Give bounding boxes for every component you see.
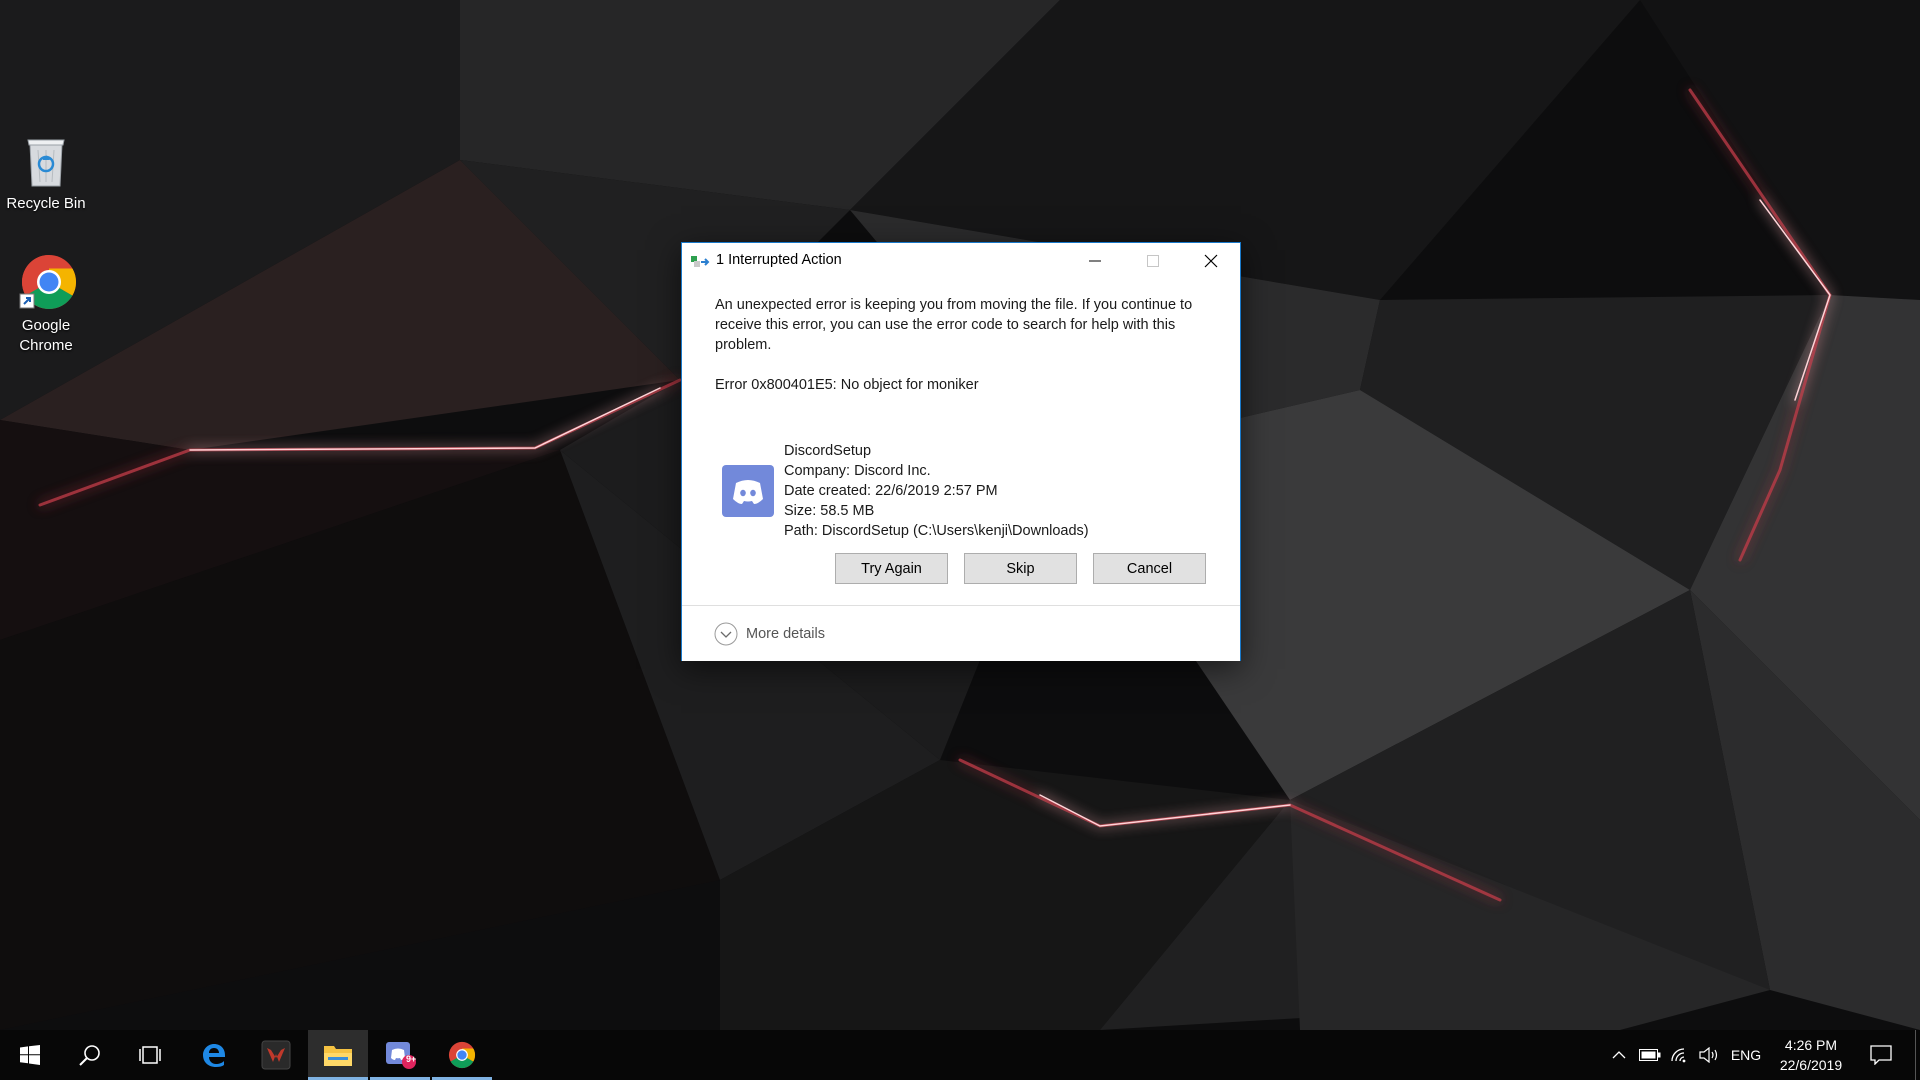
file-info: DiscordSetup Company: Discord Inc. Date … — [784, 441, 1089, 541]
action-center-button[interactable] — [1860, 1030, 1902, 1080]
start-button[interactable] — [0, 1030, 60, 1080]
file-date-created: Date created: 22/6/2019 2:57 PM — [784, 483, 998, 499]
battery-button[interactable] — [1636, 1030, 1664, 1080]
chevron-down-icon — [714, 622, 738, 646]
file-company: Company: Discord Inc. — [784, 463, 931, 479]
taskbar-edge[interactable] — [184, 1030, 244, 1080]
volume-icon — [1699, 1047, 1718, 1063]
battery-icon — [1639, 1049, 1661, 1061]
chrome-icon — [16, 252, 77, 312]
recycle-bin-icon — [16, 130, 76, 190]
wifi-icon — [1671, 1048, 1686, 1063]
clock-time: 4:26 PM — [1784, 1037, 1838, 1053]
file-size: Size: 58.5 MB — [784, 503, 875, 519]
taskbar-discord-installer[interactable]: 9+ — [370, 1030, 430, 1080]
minimize-button[interactable] — [1066, 243, 1124, 279]
file-explorer-icon — [324, 1046, 352, 1066]
file-path: Path: DiscordSetup (C:\Users\kenji\Downl… — [784, 523, 1089, 539]
chevron-up-icon — [1612, 1051, 1626, 1059]
dialog-footer: More details — [682, 605, 1240, 661]
desktop: Recycle Bin Google Chrome 1 Interrupted … — [0, 0, 1920, 1030]
start-icon — [20, 1045, 40, 1065]
close-icon — [1204, 254, 1218, 268]
desktop-icon-recycle-bin[interactable]: Recycle Bin — [0, 130, 92, 214]
file-name: DiscordSetup — [784, 443, 872, 459]
search-button[interactable] — [60, 1030, 120, 1080]
try-again-button[interactable]: Try Again — [835, 553, 948, 584]
show-desktop-button[interactable] — [1915, 1030, 1916, 1080]
maximize-icon — [1147, 255, 1159, 267]
taskbar-chrome[interactable] — [432, 1030, 492, 1080]
notification-icon — [1870, 1045, 1892, 1065]
desktop-icon-google-chrome[interactable]: Google Chrome — [0, 252, 92, 356]
more-details-toggle[interactable]: More details — [714, 622, 825, 646]
taskbar-clock[interactable]: 4:26 PM 22/6/2019 — [1767, 1035, 1855, 1075]
close-button[interactable] — [1182, 243, 1240, 279]
minimize-icon — [1089, 260, 1101, 262]
taskbar-predator[interactable] — [246, 1030, 306, 1080]
network-button[interactable] — [1666, 1030, 1694, 1080]
show-hidden-icons-button[interactable] — [1606, 1030, 1632, 1080]
skip-button[interactable]: Skip — [964, 553, 1077, 584]
edge-icon — [203, 1044, 225, 1067]
notification-badge: 9+ — [406, 1054, 417, 1064]
error-code: Error 0x800401E5: No object for moniker — [715, 377, 979, 393]
task-view-button[interactable] — [120, 1030, 180, 1080]
dialog-title: 1 Interrupted Action — [716, 252, 842, 268]
interrupted-action-dialog: 1 Interrupted Action An unexpected error… — [681, 242, 1241, 661]
chrome-icon — [448, 1041, 476, 1069]
language-indicator[interactable]: ENG — [1726, 1030, 1766, 1080]
file-move-icon — [691, 256, 710, 267]
dialog-titlebar[interactable]: 1 Interrupted Action — [682, 243, 1240, 279]
discord-icon — [720, 463, 776, 519]
error-message: An unexpected error is keeping you from … — [715, 297, 1193, 353]
volume-button[interactable] — [1695, 1030, 1723, 1080]
task-view-icon — [139, 1046, 161, 1064]
maximize-button — [1124, 243, 1182, 279]
search-icon — [79, 1045, 100, 1066]
taskbar: 9+ ENG 4:26 PM 22/6/2019 — [0, 1030, 1920, 1080]
predator-icon — [261, 1040, 291, 1070]
recycle-bin-label: Recycle Bin — [6, 195, 86, 212]
cancel-button[interactable]: Cancel — [1093, 553, 1206, 584]
google-chrome-label: Google Chrome — [19, 317, 73, 354]
more-details-label: More details — [746, 626, 825, 642]
clock-date: 22/6/2019 — [1779, 1057, 1843, 1073]
taskbar-file-explorer[interactable] — [308, 1030, 368, 1080]
